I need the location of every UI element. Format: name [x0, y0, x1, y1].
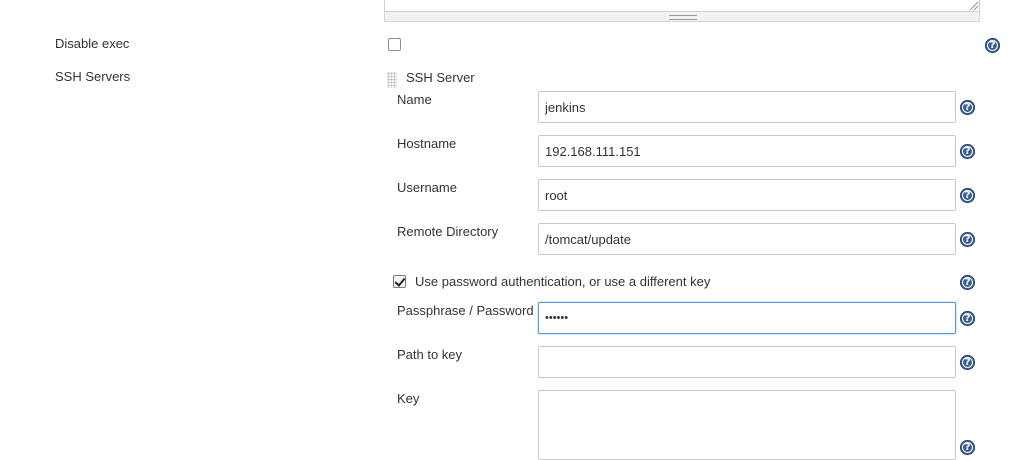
hostname-label: Hostname: [397, 136, 457, 151]
disable-exec-label: Disable exec: [55, 36, 130, 51]
key-label: Key: [397, 391, 420, 406]
help-icon[interactable]: ?: [960, 188, 975, 203]
path-to-key-input[interactable]: [538, 346, 956, 378]
help-icon[interactable]: ?: [960, 355, 975, 370]
help-glyph: ?: [964, 356, 971, 368]
help-icon[interactable]: ?: [960, 311, 975, 326]
help-icon[interactable]: ?: [960, 232, 975, 247]
password-mask: ••••••: [545, 312, 569, 324]
help-icon[interactable]: ?: [960, 144, 975, 159]
help-icon[interactable]: ?: [960, 100, 975, 115]
username-input[interactable]: [538, 179, 956, 211]
help-glyph: ?: [964, 276, 971, 288]
help-glyph: ?: [964, 189, 971, 201]
help-glyph: ?: [964, 145, 971, 157]
remote-directory-label: Remote Directory: [397, 224, 499, 239]
hostname-input[interactable]: [538, 135, 956, 167]
username-label: Username: [397, 180, 457, 195]
name-input[interactable]: [538, 91, 956, 123]
disable-exec-checkbox[interactable]: [388, 38, 401, 51]
help-icon[interactable]: ?: [960, 275, 975, 290]
remote-directory-input[interactable]: [538, 223, 956, 255]
help-glyph: ?: [964, 312, 971, 324]
use-password-auth-checkbox[interactable]: [393, 275, 406, 288]
ssh-servers-label: SSH Servers: [55, 69, 131, 84]
passphrase-label: Passphrase / Password: [397, 303, 534, 318]
help-glyph: ?: [964, 101, 971, 113]
name-label: Name: [397, 92, 432, 107]
help-glyph: ?: [964, 441, 971, 453]
drag-handle-icon[interactable]: [387, 72, 397, 88]
help-icon[interactable]: ?: [960, 440, 975, 455]
use-password-auth-label: Use password authentication, or use a di…: [415, 274, 711, 289]
passphrase-input[interactable]: ••••••: [538, 302, 956, 334]
previous-textarea[interactable]: [384, 0, 980, 12]
help-glyph: ?: [964, 233, 971, 245]
ssh-server-title: SSH Server: [406, 70, 475, 85]
grip-lines-icon: [669, 15, 697, 20]
path-to-key-label: Path to key: [397, 347, 463, 362]
help-glyph: ?: [989, 39, 996, 51]
help-icon[interactable]: ?: [985, 38, 1000, 53]
resize-handle-icon[interactable]: [970, 2, 978, 10]
textarea-grippie[interactable]: [384, 12, 980, 22]
